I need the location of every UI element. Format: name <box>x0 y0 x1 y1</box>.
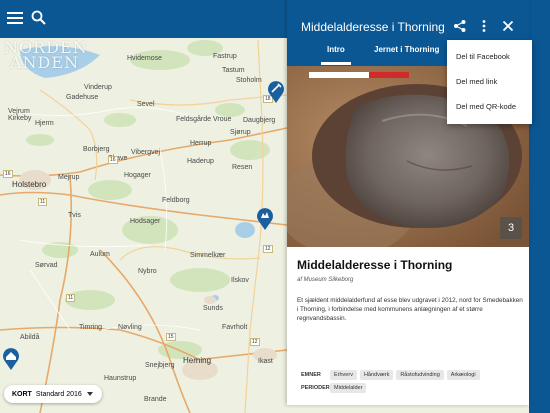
tab-jernet-i-thorning[interactable]: Jernet i Thorning <box>374 45 439 54</box>
place-label: Feldsgårde Vroue <box>176 116 232 123</box>
map-marker[interactable] <box>266 78 286 104</box>
road-number: 12 <box>263 245 273 253</box>
more-vert-icon[interactable] <box>477 19 491 33</box>
share-facebook-item[interactable]: Del til Facebook <box>456 52 510 61</box>
tag-group-label: EMNER <box>301 372 321 378</box>
hamburger-icon <box>7 12 23 14</box>
tag-chip[interactable]: Erhverv <box>330 370 357 380</box>
place-label: Nøvling <box>118 324 142 331</box>
museum-marker-icon <box>257 208 273 230</box>
place-label: Haderup <box>187 158 214 165</box>
active-tab-indicator <box>321 62 351 65</box>
place-label: Abildå <box>20 334 40 341</box>
place-label: Timring <box>79 324 103 331</box>
close-icon[interactable] <box>501 19 515 33</box>
place-label: Nybro <box>138 268 157 275</box>
tag-chip[interactable]: Råstofudvinding <box>396 370 444 380</box>
share-icon[interactable] <box>453 19 467 33</box>
place-label: Hodsager <box>130 218 161 225</box>
place-label: Herning <box>183 356 212 365</box>
item-description: Et sjældent middelalderfund af esse blev… <box>297 297 523 322</box>
road-number: 12 <box>250 338 260 346</box>
place-label: Fastrup <box>213 53 237 60</box>
tag-row-perioder: PERIODER Middelalder <box>301 383 521 393</box>
place-label: Snejbjerg <box>145 362 175 369</box>
place-label: Gadehuse <box>66 94 99 101</box>
place-label: Borbjerg <box>83 146 110 153</box>
place-label: Daugbjerg <box>243 117 276 124</box>
road-number: 11 <box>66 294 76 302</box>
place-label: Hogager <box>124 172 151 179</box>
house-marker-icon <box>2 348 19 370</box>
place-label: Sjørup <box>230 129 251 136</box>
road-number: 11 <box>38 198 48 206</box>
share-qr-item[interactable]: Del med QR-kode <box>456 102 516 111</box>
place-label: Kirkeby <box>8 115 32 122</box>
road-number: 16 <box>3 170 13 178</box>
place-label: Vibergvej <box>131 149 161 156</box>
tag-chip[interactable]: Håndværk <box>359 370 394 380</box>
road-number: 16 <box>108 156 118 164</box>
layer-name: Standard 2016 <box>35 390 82 398</box>
tag-row-emner: EMNER Erhverv Håndværk Råstofudvinding A… <box>301 370 521 380</box>
place-label: Aulum <box>90 251 110 258</box>
panel-title: Middelalderesse i Thorning <box>301 20 445 34</box>
place-label: Sevel <box>137 101 155 108</box>
place-label: Sunds <box>203 305 223 312</box>
tag-chip[interactable]: Arkæologi <box>446 370 480 380</box>
tag-group-label: PERIODER <box>301 385 330 391</box>
item-museum: af Museum Silkeborg <box>297 277 354 283</box>
place-label: Mejrup <box>58 174 80 181</box>
menu-button[interactable] <box>6 9 24 27</box>
place-label: Simmelkær <box>190 252 226 259</box>
place-label: Favrholt <box>222 324 248 331</box>
photo-count-badge[interactable]: 3 <box>500 217 522 239</box>
road-number: 15 <box>166 333 176 341</box>
map-layer-selector[interactable]: KORT Standard 2016 <box>4 385 102 403</box>
place-label: Tastum <box>222 67 245 74</box>
item-title: Middelalderesse i Thorning <box>297 258 453 272</box>
chevron-down-icon <box>86 392 93 396</box>
tool-marker-icon <box>268 81 284 103</box>
place-label: Hvidemose <box>127 55 163 62</box>
tab-intro[interactable]: Intro <box>327 45 345 54</box>
place-label: Ilskov <box>231 277 249 284</box>
place-label: Brande <box>144 396 167 403</box>
side-strip <box>529 38 550 413</box>
share-link-item[interactable]: Del med link <box>456 77 497 86</box>
place-label: Hjerm <box>35 120 54 127</box>
place-label: Sørvad <box>35 262 58 269</box>
place-label: Holstebro <box>12 180 47 189</box>
item-content: Middelalderesse i Thorning af Museum Sil… <box>297 258 525 323</box>
place-label: Tvis <box>68 212 81 219</box>
search-icon[interactable] <box>30 9 48 27</box>
tag-section: EMNER Erhverv Håndværk Råstofudvinding A… <box>301 370 521 396</box>
tag-chip[interactable]: Middelalder <box>330 383 367 393</box>
place-label: Vejrum <box>8 108 30 115</box>
place-label: Ikast <box>258 358 273 365</box>
kort-label: KORT <box>12 390 32 398</box>
place-label: Resen <box>232 164 253 171</box>
place-label: Feldborg <box>162 197 190 204</box>
app-logo: NORDEN ANDEN <box>4 38 88 72</box>
place-label: Vinderup <box>84 84 112 91</box>
place-label: Stoholm <box>236 77 262 84</box>
map-marker[interactable] <box>255 205 275 231</box>
share-menu: Del til Facebook Del med link Del med QR… <box>447 40 532 124</box>
place-label: Haunstrup <box>104 375 137 382</box>
map-marker[interactable] <box>1 345 21 371</box>
place-label: Herrup <box>190 140 212 147</box>
